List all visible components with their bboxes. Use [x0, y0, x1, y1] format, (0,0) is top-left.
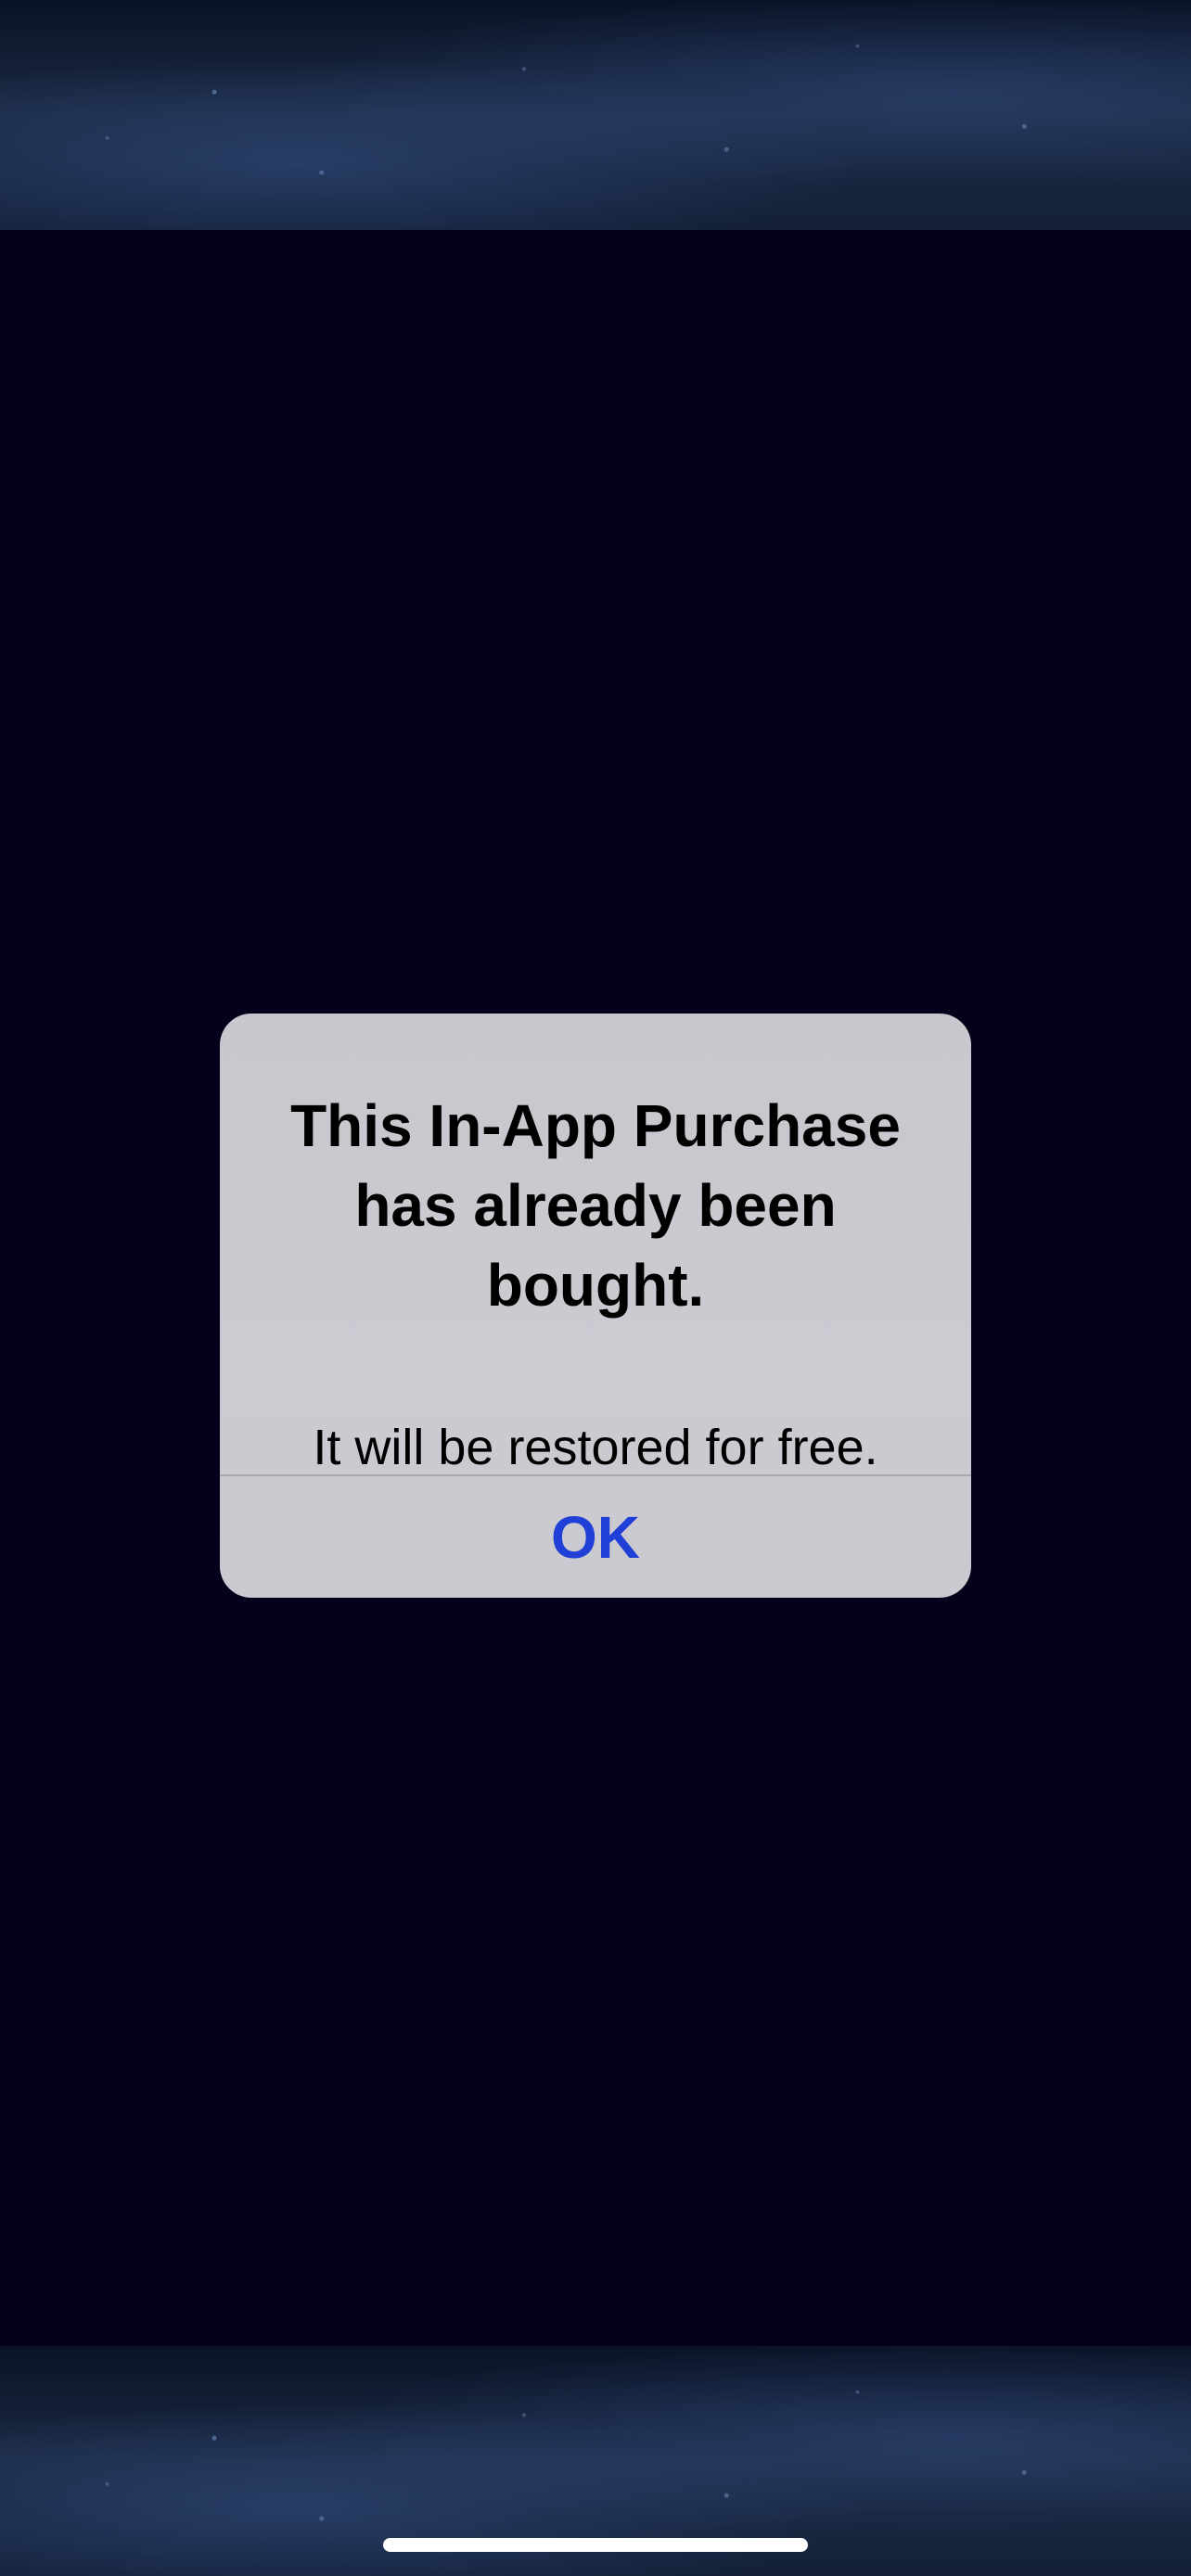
app-screen: This In-App Purchase has already been bo… — [0, 0, 1191, 2576]
ok-button[interactable]: OK — [220, 1476, 971, 1598]
alert-dialog: This In-App Purchase has already been bo… — [220, 1014, 971, 1598]
alert-body: This In-App Purchase has already been bo… — [220, 1014, 971, 1475]
home-indicator[interactable] — [383, 2538, 808, 2552]
starfield-background-top — [0, 0, 1191, 230]
alert-title: This In-App Purchase has already been bo… — [290, 1092, 901, 1319]
alert-message: It will be restored for free. — [313, 1420, 878, 1475]
